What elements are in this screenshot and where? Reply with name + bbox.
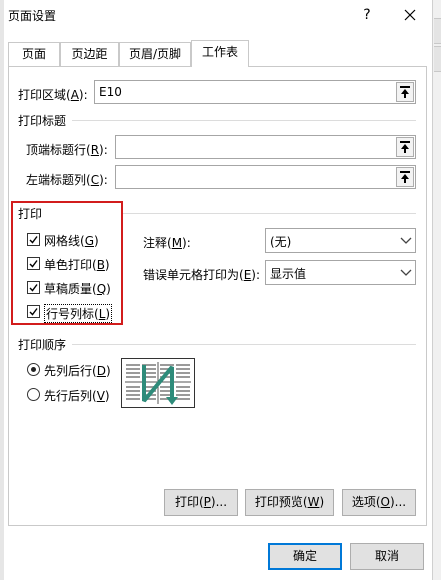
over-then-down-radio[interactable] bbox=[27, 388, 40, 401]
page-order-diagram-icon bbox=[125, 362, 191, 405]
rows-to-repeat-label: 顶端标题行(R): bbox=[26, 143, 108, 157]
draft-quality-checkbox[interactable] bbox=[27, 281, 40, 294]
print-area-input[interactable]: E10 bbox=[94, 80, 416, 104]
black-and-white-label[interactable]: 单色打印(B) bbox=[44, 256, 110, 273]
close-icon bbox=[404, 9, 416, 21]
rows-collapse-button[interactable] bbox=[396, 137, 414, 157]
print-area-value: E10 bbox=[99, 85, 122, 99]
radio-selected-dot bbox=[31, 367, 36, 372]
black-and-white-checkbox[interactable] bbox=[27, 257, 40, 270]
tab-sheet[interactable]: 工作表 bbox=[191, 40, 249, 67]
page-order-heading: 打印顺序 bbox=[18, 338, 67, 352]
cell-errors-select[interactable]: 显示值 bbox=[265, 260, 416, 285]
row-col-headings-checkbox[interactable] bbox=[27, 305, 40, 318]
comments-label: 注释(M): bbox=[143, 236, 191, 250]
options-button[interactable]: 选项(O)... bbox=[342, 489, 416, 516]
collapse-dialog-icon bbox=[400, 171, 410, 183]
window-title: 页面设置 bbox=[8, 9, 57, 23]
gridlines-checkbox[interactable] bbox=[27, 233, 40, 246]
print-heading: 打印 bbox=[18, 207, 43, 221]
close-button[interactable] bbox=[398, 4, 422, 26]
title-bar: 页面设置 ? bbox=[0, 0, 432, 30]
tab-page[interactable]: 页面 bbox=[8, 42, 60, 66]
comments-select[interactable]: (无) bbox=[265, 228, 416, 253]
draft-quality-label[interactable]: 草稿质量(Q) bbox=[44, 280, 111, 297]
collapse-dialog-icon bbox=[400, 141, 410, 153]
columns-collapse-button[interactable] bbox=[396, 167, 414, 187]
down-then-over-radio[interactable] bbox=[27, 363, 40, 376]
cell-errors-value: 显示值 bbox=[270, 267, 307, 281]
tab-header-footer[interactable]: 页眉/页脚 bbox=[119, 42, 191, 66]
print-divider bbox=[123, 213, 416, 214]
chevron-down-icon bbox=[397, 261, 415, 284]
print-preview-button[interactable]: 打印预览(W) bbox=[245, 489, 334, 516]
print-area-label: 打印区域(A): bbox=[18, 88, 88, 102]
checkmark-icon bbox=[29, 236, 38, 244]
collapse-dialog-icon bbox=[400, 86, 410, 98]
checkmark-icon bbox=[29, 260, 38, 268]
rows-to-repeat-input[interactable] bbox=[115, 135, 416, 159]
print-button[interactable]: 打印(P)... bbox=[164, 489, 238, 516]
page-order-divider bbox=[72, 344, 416, 345]
window-left-edge bbox=[0, 0, 4, 580]
over-then-down-label[interactable]: 先行后列(V) bbox=[44, 387, 110, 404]
checkmark-icon bbox=[29, 284, 38, 292]
ok-button[interactable]: 确定 bbox=[268, 543, 342, 570]
help-button[interactable]: ? bbox=[356, 4, 378, 26]
cancel-button[interactable]: 取消 bbox=[350, 543, 424, 570]
columns-to-repeat-input[interactable] bbox=[115, 165, 416, 189]
cell-errors-label: 错误单元格打印为(E): bbox=[143, 268, 261, 282]
gridlines-label[interactable]: 网格线(G) bbox=[44, 232, 99, 249]
print-area-collapse-button[interactable] bbox=[396, 82, 414, 102]
checkmark-icon bbox=[29, 308, 38, 316]
background-tab bbox=[434, 46, 441, 72]
down-then-over-label[interactable]: 先列后行(D) bbox=[44, 362, 111, 379]
columns-to-repeat-label: 左端标题列(C): bbox=[26, 173, 108, 187]
background-tab bbox=[434, 18, 441, 44]
page-setup-dialog: 页面设置 ? 页面 页边距 页眉/页脚 工作表 打印区域(A): E10 打印标… bbox=[0, 0, 441, 580]
comments-value: (无) bbox=[270, 235, 292, 249]
print-titles-divider bbox=[72, 120, 416, 121]
background-window-strip bbox=[432, 0, 441, 580]
print-titles-heading: 打印标题 bbox=[18, 114, 67, 128]
tab-margins[interactable]: 页边距 bbox=[60, 42, 119, 66]
page-order-preview bbox=[121, 358, 195, 408]
row-col-headings-label[interactable]: 行号列标(L) bbox=[44, 304, 113, 323]
tab-strip: 页面 页边距 页眉/页脚 工作表 bbox=[8, 40, 432, 67]
chevron-down-icon bbox=[397, 229, 415, 252]
